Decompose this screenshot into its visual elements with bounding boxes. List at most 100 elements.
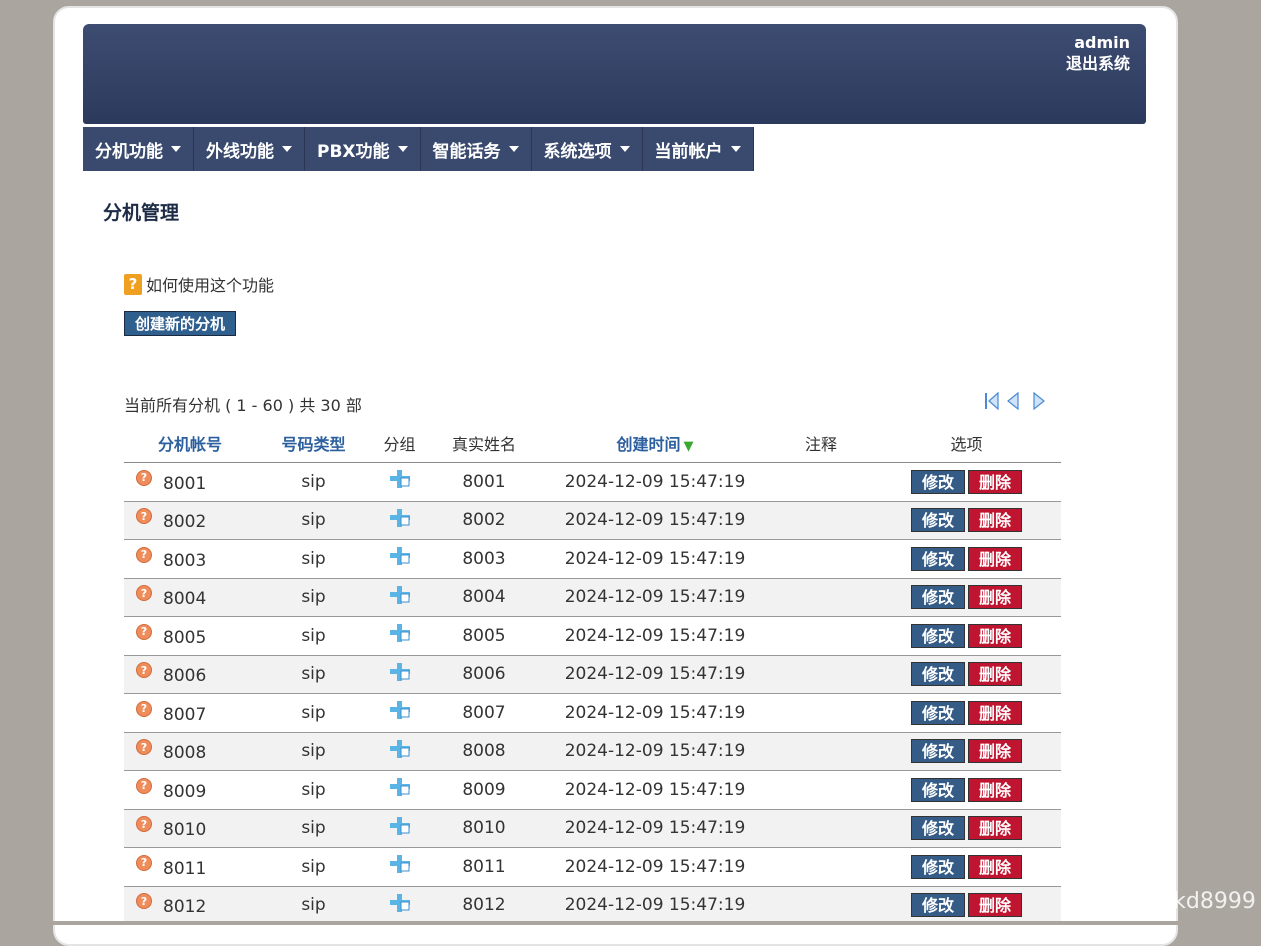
next-page-icon[interactable] xyxy=(1032,391,1046,414)
delete-button[interactable]: 删除 xyxy=(968,469,1023,494)
edit-button[interactable]: 修改 xyxy=(910,623,965,648)
cell-type: sip xyxy=(256,501,371,540)
delete-button[interactable]: 删除 xyxy=(968,816,1023,841)
cell-type: sip xyxy=(256,732,371,771)
edit-button[interactable]: 修改 xyxy=(910,585,965,610)
col-type[interactable]: 号码类型 xyxy=(256,424,371,463)
delete-button[interactable]: 删除 xyxy=(968,585,1023,610)
cell-group[interactable] xyxy=(371,539,428,579)
group-add-icon[interactable] xyxy=(389,701,411,725)
cell-options: 修改 删除 xyxy=(872,578,1061,617)
cell-type: sip xyxy=(256,847,371,887)
edit-button[interactable]: 修改 xyxy=(910,508,965,533)
col-created[interactable]: 创建时间 ▼ xyxy=(540,424,770,463)
group-add-icon[interactable] xyxy=(389,547,411,571)
delete-button[interactable]: 删除 xyxy=(968,623,1023,648)
cell-group[interactable] xyxy=(371,886,428,925)
account-text: 8011 xyxy=(163,858,207,879)
group-add-icon[interactable] xyxy=(389,893,411,918)
cell-name: 8002 xyxy=(428,501,540,540)
nav-trunk[interactable]: 外线功能 xyxy=(194,127,305,171)
delete-button[interactable]: 删除 xyxy=(968,893,1023,918)
cell-group[interactable] xyxy=(371,655,428,694)
cell-group[interactable] xyxy=(371,847,428,887)
logout-link[interactable]: 退出系统 xyxy=(1066,53,1130,74)
first-page-icon[interactable] xyxy=(984,391,1000,414)
cell-name: 8009 xyxy=(428,770,540,810)
cell-group[interactable] xyxy=(371,501,428,540)
cell-type: sip xyxy=(256,539,371,579)
create-extension-button[interactable]: 创建新的分机 xyxy=(124,311,237,336)
cell-name: 8008 xyxy=(428,732,540,771)
edit-button[interactable]: 修改 xyxy=(910,662,965,687)
delete-button[interactable]: 删除 xyxy=(968,508,1023,533)
cell-created: 2024-12-09 15:47:19 xyxy=(540,886,770,925)
cell-created: 2024-12-09 15:47:19 xyxy=(540,462,770,502)
cell-group[interactable] xyxy=(371,578,428,617)
cell-group[interactable] xyxy=(371,693,428,733)
cell-options: 修改 删除 xyxy=(872,809,1061,848)
cell-type: sip xyxy=(256,462,371,502)
delete-button[interactable]: 删除 xyxy=(968,662,1023,687)
delete-button[interactable]: 删除 xyxy=(968,739,1023,764)
cell-group[interactable] xyxy=(371,809,428,848)
edit-button[interactable]: 修改 xyxy=(910,546,965,571)
prev-page-icon[interactable] xyxy=(1006,391,1020,414)
delete-button[interactable]: 删除 xyxy=(968,777,1023,802)
cell-note xyxy=(770,693,872,733)
group-add-icon[interactable] xyxy=(389,662,411,687)
cell-options: 修改 删除 xyxy=(872,539,1061,579)
header-banner: admin 退出系统 xyxy=(83,24,1146,124)
cell-name: 8012 xyxy=(428,886,540,925)
help-link[interactable]: ? 如何使用这个功能 xyxy=(124,272,274,296)
col-account[interactable]: 分机帐号 xyxy=(124,424,256,463)
table-row: ? 8004 sip 8004 2024-12-09 15:47:19 修改 删除 xyxy=(124,578,1061,617)
group-add-icon[interactable] xyxy=(389,855,411,879)
cell-note xyxy=(770,732,872,771)
status-icon: ? xyxy=(136,508,152,525)
group-add-icon[interactable] xyxy=(389,778,411,802)
group-add-icon[interactable] xyxy=(389,508,411,533)
help-text[interactable]: 如何使用这个功能 xyxy=(146,272,274,296)
cell-options: 修改 删除 xyxy=(872,693,1061,733)
edit-button[interactable]: 修改 xyxy=(910,854,965,879)
cell-group[interactable] xyxy=(371,770,428,810)
cell-name: 8006 xyxy=(428,655,540,694)
delete-button[interactable]: 删除 xyxy=(968,546,1023,571)
status-icon: ? xyxy=(136,662,152,679)
account-text: 8002 xyxy=(163,512,207,533)
account-text: 8008 xyxy=(163,743,207,764)
summary-text: 当前所有分机 ( 1 - 60 ) 共 30 部 xyxy=(124,396,362,415)
cell-note xyxy=(770,616,872,656)
nav-smart-call[interactable]: 智能话务 xyxy=(420,127,532,171)
group-add-icon[interactable] xyxy=(389,739,411,764)
cell-options: 修改 删除 xyxy=(872,655,1061,694)
nav-system[interactable]: 系统选项 xyxy=(531,127,643,171)
pagination xyxy=(984,391,1046,414)
group-add-icon[interactable] xyxy=(389,470,411,494)
cell-note xyxy=(770,462,872,502)
edit-button[interactable]: 修改 xyxy=(910,700,965,725)
edit-button[interactable]: 修改 xyxy=(910,777,965,802)
table-row: ? 8005 sip 8005 2024-12-09 15:47:19 修改 删除 xyxy=(124,616,1061,656)
nav-pbx[interactable]: PBX功能 xyxy=(305,127,421,171)
cell-account: ? 8005 xyxy=(124,616,256,656)
delete-button[interactable]: 删除 xyxy=(968,854,1023,879)
status-icon: ? xyxy=(136,546,152,563)
edit-button[interactable]: 修改 xyxy=(910,893,965,918)
nav-account[interactable]: 当前帐户 xyxy=(642,127,754,171)
cell-type: sip xyxy=(256,616,371,656)
group-add-icon[interactable] xyxy=(389,624,411,648)
cell-group[interactable] xyxy=(371,732,428,771)
cell-group[interactable] xyxy=(371,616,428,656)
edit-button[interactable]: 修改 xyxy=(910,816,965,841)
nav-extension[interactable]: 分机功能 xyxy=(83,127,194,171)
delete-button[interactable]: 删除 xyxy=(968,700,1023,725)
group-add-icon[interactable] xyxy=(389,585,411,610)
cell-group[interactable] xyxy=(371,462,428,502)
edit-button[interactable]: 修改 xyxy=(910,469,965,494)
help-icon: ? xyxy=(124,273,142,295)
status-icon: ? xyxy=(136,700,152,717)
edit-button[interactable]: 修改 xyxy=(910,739,965,764)
group-add-icon[interactable] xyxy=(389,816,411,841)
